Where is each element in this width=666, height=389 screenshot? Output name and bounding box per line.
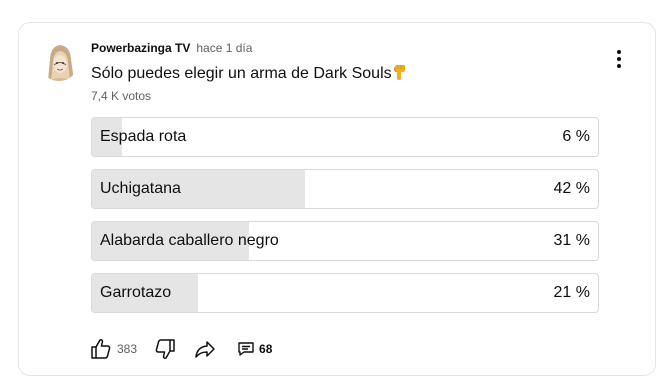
comment-icon — [237, 340, 255, 358]
like-button[interactable]: 383 — [89, 337, 137, 361]
poll-option[interactable]: Uchigatana 42 % — [91, 169, 599, 209]
poll-option-label: Espada rota — [100, 128, 187, 145]
poll-option[interactable]: Espada rota 6 % — [91, 117, 599, 157]
post-actions: 383 68 — [89, 337, 272, 361]
like-count: 383 — [117, 342, 138, 356]
post-text-content: Sólo puedes elegir un arma de Dark Souls — [91, 65, 392, 82]
poll-option-percent: 21 % — [553, 284, 590, 301]
pointing-down-hand-icon — [393, 63, 409, 81]
channel-avatar[interactable] — [39, 41, 79, 81]
post-text: Sólo puedes elegir un arma de Dark Souls — [91, 63, 409, 84]
poll-option-percent: 6 % — [562, 128, 590, 145]
avatar-image — [48, 45, 74, 81]
comment-count: 68 — [259, 342, 273, 356]
more-options-icon[interactable] — [607, 47, 631, 71]
comments-button[interactable]: 68 — [237, 340, 272, 358]
dislike-button[interactable] — [153, 337, 177, 361]
poll-option-percent: 31 % — [553, 232, 590, 249]
vote-count: 7,4 K votos — [91, 89, 152, 103]
poll-option[interactable]: Alabarda caballero negro 31 % — [91, 221, 599, 261]
poll-option[interactable]: Garrotazo 21 % — [91, 273, 599, 313]
community-post-card: Powerbazinga TV hace 1 día Sólo puedes el… — [18, 22, 656, 376]
channel-name[interactable]: Powerbazinga TV — [91, 41, 190, 55]
poll-option-label: Alabarda caballero negro — [100, 232, 279, 249]
poll-option-label: Garrotazo — [100, 284, 172, 301]
post-header: Powerbazinga TV hace 1 día — [91, 41, 252, 55]
poll-option-label: Uchigatana — [100, 180, 181, 197]
thumbs-up-icon — [89, 337, 113, 361]
poll-option-percent: 42 % — [553, 180, 590, 197]
thumbs-down-icon — [153, 337, 177, 361]
share-button[interactable] — [193, 337, 217, 361]
share-icon — [193, 337, 217, 361]
poll-options: Espada rota 6 % Uchigatana 42 % Alabarda… — [91, 117, 599, 325]
post-time[interactable]: hace 1 día — [196, 41, 252, 55]
